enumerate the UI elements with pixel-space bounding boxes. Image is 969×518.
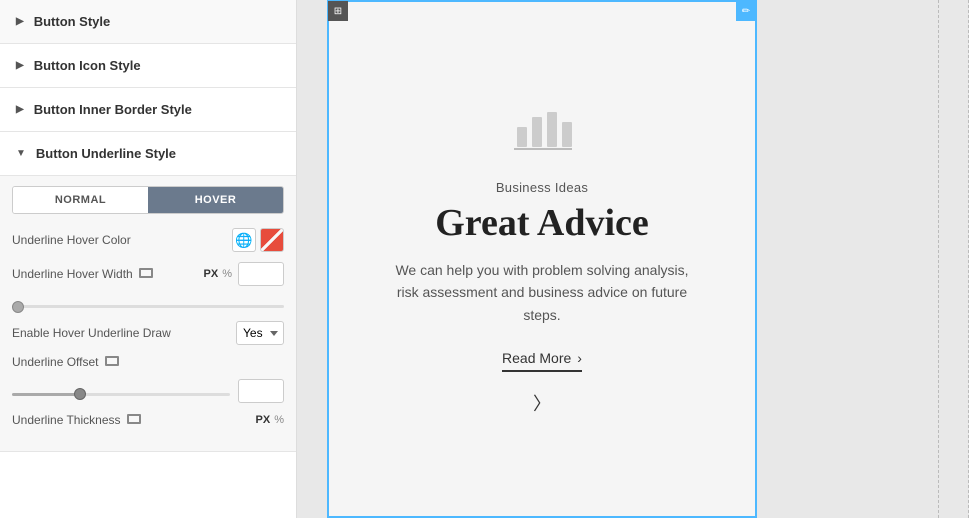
grid-icon: ⊞ xyxy=(334,6,342,17)
read-more-button[interactable]: Read More › xyxy=(502,350,582,372)
color-slash-button[interactable] xyxy=(260,228,284,252)
unit-px-label[interactable]: PX xyxy=(204,268,219,280)
offset-slider-wrapper xyxy=(12,384,230,399)
globe-button[interactable]: 🌐 xyxy=(232,228,256,252)
underline-hover-width-row: Underline Hover Width PX % xyxy=(12,262,284,286)
toggle-normal[interactable]: NORMAL xyxy=(13,187,148,213)
enable-hover-row: Enable Hover Underline Draw Yes No xyxy=(12,321,284,345)
width-number-input[interactable] xyxy=(238,262,284,286)
toggle-hover[interactable]: HOVER xyxy=(148,187,283,213)
unit-percent-label[interactable]: % xyxy=(222,268,232,280)
accordion-header-button-style[interactable]: ▶ Button Style xyxy=(0,0,296,43)
arrow-button-underline-style: ▼ xyxy=(16,148,26,159)
offset-slider-row xyxy=(12,379,284,403)
offset-monitor-icon xyxy=(105,356,119,366)
arrow-button-inner-border-style: ▶ xyxy=(16,104,24,115)
color-buttons: 🌐 xyxy=(232,228,284,252)
label-button-underline-style: Button Underline Style xyxy=(36,146,176,161)
normal-hover-toggle: NORMAL HOVER xyxy=(12,186,284,214)
accordion-button-inner-border-style: ▶ Button Inner Border Style xyxy=(0,88,296,132)
accordion-button-underline-style: ▼ Button Underline Style NORMAL HOVER Un… xyxy=(0,132,296,452)
guide-line-right xyxy=(938,0,939,518)
monitor-icon xyxy=(139,268,153,278)
underline-hover-width-label: Underline Hover Width xyxy=(12,267,198,281)
underline-thickness-label: Underline Thickness xyxy=(12,413,250,427)
underline-offset-label: Underline Offset xyxy=(12,355,284,369)
card-body: We can help you with problem solving ana… xyxy=(392,259,692,326)
right-panel: ⊞ ✏ Business Ideas Great Advice We can h… xyxy=(297,0,969,518)
accordion-header-button-icon-style[interactable]: ▶ Button Icon Style xyxy=(0,44,296,87)
handle-top-right[interactable]: ✏ xyxy=(736,1,756,21)
read-more-label: Read More xyxy=(502,350,571,366)
preview-card: Business Ideas Great Advice We can help … xyxy=(352,82,732,436)
left-panel: ▶ Button Style ▶ Button Icon Style ▶ But… xyxy=(0,0,297,518)
underline-offset-row: Underline Offset xyxy=(12,355,284,369)
label-button-inner-border-style: Button Inner Border Style xyxy=(34,102,192,117)
width-slider[interactable] xyxy=(12,305,284,308)
label-button-icon-style: Button Icon Style xyxy=(34,58,141,73)
enable-hover-select[interactable]: Yes No xyxy=(236,321,284,345)
underline-hover-color-label: Underline Hover Color xyxy=(12,233,226,247)
accordion-header-button-underline-style[interactable]: ▼ Button Underline Style xyxy=(0,132,296,175)
handle-top-left[interactable]: ⊞ xyxy=(328,1,348,21)
edit-pencil-icon: ✏ xyxy=(742,6,750,17)
accordion-button-icon-style: ▶ Button Icon Style xyxy=(0,44,296,88)
width-slider-container xyxy=(12,296,284,311)
read-more-arrow-icon: › xyxy=(577,350,582,366)
enable-hover-label: Enable Hover Underline Draw xyxy=(12,326,230,340)
offset-slider[interactable] xyxy=(12,393,230,396)
cursor-indicator: 〉 xyxy=(533,390,551,416)
card-subtitle: Business Ideas xyxy=(392,180,692,195)
unit-percent2-label[interactable]: % xyxy=(274,414,284,426)
accordion-button-style: ▶ Button Style xyxy=(0,0,296,44)
thickness-monitor-icon xyxy=(127,414,141,424)
arrow-button-icon-style: ▶ xyxy=(16,60,24,71)
label-button-style: Button Style xyxy=(34,14,111,29)
accordion-header-button-inner-border-style[interactable]: ▶ Button Inner Border Style xyxy=(0,88,296,131)
underline-style-content: NORMAL HOVER Underline Hover Color 🌐 Und… xyxy=(0,175,296,451)
underline-thickness-row: Underline Thickness PX % xyxy=(12,413,284,427)
unit-px2-label[interactable]: PX xyxy=(256,414,271,426)
chart-icon xyxy=(392,102,692,164)
unit-group-width: PX % xyxy=(204,268,232,280)
offset-number-input[interactable] xyxy=(238,379,284,403)
card-title: Great Advice xyxy=(392,201,692,245)
underline-hover-color-row: Underline Hover Color 🌐 xyxy=(12,228,284,252)
arrow-button-style: ▶ xyxy=(16,16,24,27)
preview-card-wrapper: ⊞ ✏ Business Ideas Great Advice We can h… xyxy=(327,0,757,518)
unit-group-thickness: PX % xyxy=(256,414,284,426)
